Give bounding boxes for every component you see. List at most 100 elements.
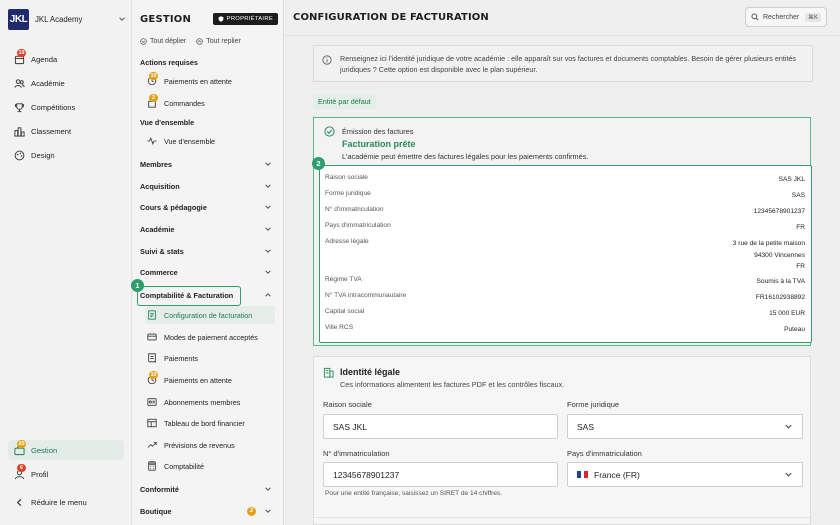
summary-label: Capital social: [325, 308, 365, 315]
nav-item-billing-config[interactable]: Configuration de facturation: [145, 306, 275, 324]
expand-all-label: Tout déplier: [150, 38, 187, 45]
collapse-menu-button[interactable]: Réduire le menu: [8, 492, 124, 512]
default-entity-tag: Entité par défaut: [313, 94, 376, 109]
country-value: France (FR): [594, 469, 640, 480]
chevron-left-icon: [14, 497, 25, 508]
notification-badge: 19: [17, 48, 27, 57]
top-bar: CONFIGURATION DE FACTURATION Rechercher …: [285, 0, 840, 36]
nav-group-cours[interactable]: Cours & pédagogie: [140, 200, 272, 214]
calendar-icon: 19: [14, 48, 27, 65]
summary-label: N° d'immatriculation: [325, 206, 384, 213]
rail-item-agenda[interactable]: 19 Agenda: [8, 48, 124, 69]
summary-value: Puteau: [784, 326, 805, 333]
nav-item-financial-dashboard[interactable]: Tableau de bord financier: [145, 414, 275, 432]
rail-item-label: Académie: [31, 78, 65, 88]
trophy-icon: [14, 102, 25, 113]
summary-value: FR: [796, 224, 805, 231]
search-shortcut: ⌘K: [804, 12, 821, 22]
registration-number-field[interactable]: 12345678901237: [323, 462, 558, 487]
chevron-down-icon: [265, 487, 271, 491]
chevron-down-icon: [785, 424, 792, 429]
summary-value: 3 rue de la petite maison 94300 Vincenne…: [733, 238, 805, 273]
summary-label: Adresse légale: [325, 238, 369, 245]
nav-group-academie[interactable]: Académie: [140, 222, 272, 236]
nav-group-boutique[interactable]: Boutique 2: [140, 504, 272, 518]
rail-item-label: Agenda: [31, 54, 58, 64]
rail-item-gestion[interactable]: 20 Gestion: [8, 439, 124, 460]
calculator-icon: [147, 461, 157, 471]
info-text: Renseignez ici l'identité juridique de v…: [340, 54, 797, 74]
registration-country-select[interactable]: France (FR): [567, 462, 803, 487]
nav-group-commerce[interactable]: Commerce: [140, 265, 272, 279]
rail-item-academie[interactable]: Académie: [8, 73, 124, 93]
collapse-all-button[interactable]: Tout replier: [196, 38, 241, 45]
chevron-down-icon: [265, 509, 271, 513]
identity-title: Identité légale: [340, 367, 401, 377]
callout-frame-1: [137, 286, 241, 306]
nav-item-label: Paiements en attente: [164, 375, 232, 385]
ranking-icon: [14, 126, 25, 137]
nav-header: GESTION PROPRIÉTAIRE: [140, 10, 278, 28]
chevron-down-icon: [265, 227, 271, 231]
summary-label: Pays d'immatriculation: [325, 222, 391, 229]
notification-badge: 2: [149, 94, 158, 102]
dashboard-icon: [147, 418, 157, 428]
summary-value: 12345678901237: [753, 208, 805, 215]
search-button[interactable]: Rechercher ⌘K: [745, 7, 827, 27]
rail-item-competitions[interactable]: Compétitions: [8, 97, 124, 117]
callout-number-2: 2: [312, 157, 325, 170]
rail-item-design[interactable]: Design: [8, 145, 124, 165]
notification-badge: 10: [149, 72, 159, 80]
academy-name: JKL Academy: [35, 14, 83, 24]
rail-item-label: Gestion: [31, 445, 58, 455]
nav-group-conformite[interactable]: Conformité: [140, 482, 272, 496]
academy-switcher[interactable]: JKL JKL Academy: [8, 8, 126, 30]
summary-value: SAS JKL: [778, 176, 805, 183]
section-divider: [314, 517, 812, 518]
company-name-label: Raison sociale: [323, 400, 372, 409]
nav-group-membres[interactable]: Membres: [140, 157, 272, 171]
nav-item-label: Commandes: [164, 98, 205, 108]
callout-number-1: 1: [131, 279, 144, 292]
chevron-down-icon: [265, 270, 271, 274]
app-rail: JKL JKL Academy 19 Agenda Académie Compé…: [0, 0, 132, 525]
receipt-icon: [147, 353, 157, 363]
academy-logo: JKL: [8, 8, 29, 30]
nav-item-revenue-forecast[interactable]: Prévisions de revenus: [145, 436, 275, 454]
rail-item-profil[interactable]: 6 Profil: [8, 463, 124, 484]
nav-item-pending-payments[interactable]: 10 Paiements en attente: [145, 72, 275, 90]
summary-label: Raison sociale: [325, 174, 368, 181]
user-icon: 6: [14, 463, 26, 480]
summary-label: Ville RCS: [325, 324, 354, 331]
issuing-kicker: Émission des factures: [342, 127, 414, 136]
company-name-field[interactable]: SAS JKL: [323, 414, 558, 439]
summary-label: N° TVA intracommunautaire: [325, 292, 407, 299]
nav-item-label: Vue d'ensemble: [164, 136, 216, 146]
nav-expand-controls: Tout déplier Tout replier: [140, 38, 241, 45]
nav-group-suivi[interactable]: Suivi & stats: [140, 244, 272, 258]
expand-all-button[interactable]: Tout déplier: [140, 38, 186, 45]
search-label: Rechercher: [763, 13, 800, 21]
legal-form-value: SAS: [577, 421, 595, 432]
palette-icon: [14, 150, 25, 161]
legal-form-select[interactable]: SAS: [567, 414, 803, 439]
nav-item-label: Abonnements membres: [164, 397, 241, 407]
nav-item-payment-methods[interactable]: Modes de paiement acceptés: [145, 328, 275, 346]
nav-item-label: Modes de paiement acceptés: [164, 332, 258, 342]
nav-item-accounting[interactable]: Comptabilité: [145, 457, 275, 475]
nav-item-pending-payments-billing[interactable]: 10 Paiements en attente: [145, 371, 275, 389]
summary-value: FR16102938892: [755, 294, 805, 301]
rail-item-label: Design: [31, 150, 55, 160]
section-label-overview: Vue d'ensemble: [140, 118, 195, 127]
nav-item-subscriptions[interactable]: Abonnements membres: [145, 393, 275, 411]
nav-group-label: Suivi & stats: [140, 246, 184, 256]
nav-group-acquisition[interactable]: Acquisition: [140, 179, 272, 193]
nav-item-overview[interactable]: Vue d'ensemble: [145, 132, 275, 150]
address-line: 3 rue de la petite maison: [732, 240, 805, 247]
nav-group-label: Commerce: [140, 267, 178, 277]
address-line: FR: [796, 263, 805, 270]
registration-hint: Pour une entité française, saisissez un …: [325, 490, 503, 497]
nav-item-orders[interactable]: 2 Commandes: [145, 94, 275, 112]
rail-item-classement[interactable]: Classement: [8, 121, 124, 141]
nav-item-payments[interactable]: Paiements: [145, 349, 275, 367]
